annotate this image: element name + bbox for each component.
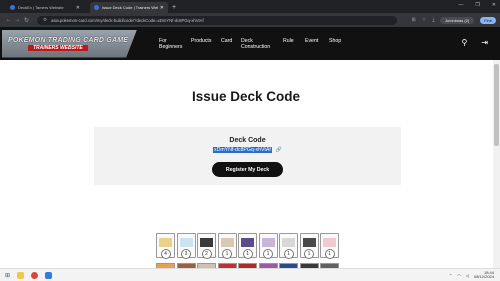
clock[interactable]: 18:44 08/12/2024 [474, 270, 494, 280]
page-title: Issue Deck Code [191, 89, 301, 104]
window-controls: — ❐ ✕ [458, 2, 496, 8]
deck-card-list: 432111111 [156, 233, 346, 273]
card-count-badge: 1 [304, 249, 314, 259]
card-art [261, 238, 275, 247]
chrome-icon[interactable] [31, 271, 39, 279]
register-my-deck-button[interactable]: Register My Deck [212, 162, 283, 177]
site-logo[interactable]: POKEMON TRADING CARD GAME TRAINERS WEBSI… [2, 29, 137, 58]
card-art [159, 238, 172, 247]
browser-tab-strip: DeckEx | Tamers Website ✕ Issue Deck Cod… [0, 0, 500, 13]
deck-code-row: xDmYNf-dc8PGq-xhVtAf 🔗 [94, 147, 401, 153]
card-count-badge: 1 [222, 249, 232, 259]
card-count-badge: 1 [263, 249, 273, 259]
site-info-icon[interactable]: ⚙ [43, 17, 47, 23]
site-header: POKEMON TRADING CARD GAME TRAINERS WEBSI… [0, 27, 500, 60]
card-art [241, 238, 254, 247]
browser-tab-1[interactable]: DeckEx | Tamers Website ✕ [6, 2, 84, 13]
link-icon[interactable]: 🔗 [276, 147, 282, 153]
page-scrollbar[interactable] [493, 60, 500, 268]
deck-code-value[interactable]: xDmYNf-dc8PGq-xhVtAf [212, 147, 272, 153]
reload-icon[interactable]: ↻ [22, 17, 31, 24]
nav-rule[interactable]: Rule [277, 38, 299, 50]
nav-card[interactable]: Card [215, 38, 235, 50]
back-icon[interactable]: ← [4, 17, 13, 23]
system-tray: ⌃ ◠ ◁ 18:44 08/12/2024 [449, 270, 494, 280]
card-count-badge: 1 [283, 249, 294, 259]
header-icons: ⚲ ⇥ [461, 38, 488, 47]
forward-icon[interactable]: → [13, 17, 22, 23]
url-text: asia.pokemon-card.com/my/deck-build/code… [51, 17, 204, 23]
card-art [179, 238, 193, 247]
pokeball-favicon-icon [94, 5, 99, 10]
nav-for-beginners[interactable]: For Beginners [153, 38, 185, 50]
card-art [323, 238, 336, 247]
close-tab-icon[interactable]: ✕ [160, 5, 164, 11]
search-icon[interactable]: ⚲ [461, 38, 467, 47]
new-tab-icon[interactable]: + [172, 4, 176, 11]
tab-label: DeckEx | Tamers Website [18, 5, 64, 10]
card-count-badge: 1 [242, 249, 253, 259]
browser-tab-2[interactable]: Issue Deck Code | Trainers Website ✕ [90, 2, 168, 13]
nav-shop[interactable]: Shop [323, 38, 347, 50]
bookmark-star-icon[interactable]: ☆ [422, 17, 426, 23]
close-window-icon[interactable]: ✕ [492, 2, 496, 8]
card-art [282, 238, 295, 247]
logo-subtitle: TRAINERS WEBSITE [28, 44, 88, 51]
deck-code-label: Deck Code [229, 137, 266, 144]
file-explorer-icon[interactable] [17, 271, 25, 279]
download-icon[interactable]: ⤓ [432, 17, 434, 23]
nav-products[interactable]: Products [185, 38, 215, 50]
main-nav: For Beginners Products Card Deck Constru… [153, 38, 347, 50]
minimize-icon[interactable]: — [458, 2, 463, 8]
browser-toolbar: ← → ↻ ⚙ asia.pokemon-card.com/my/deck-bu… [0, 13, 500, 27]
app-icon[interactable] [45, 271, 53, 279]
volume-icon[interactable]: ◁ [466, 273, 469, 278]
deck-code-panel: Deck Code xDmYNf-dc8PGq-xhVtAf 🔗 Registe… [94, 127, 401, 185]
card-count-badge: 3 [181, 249, 191, 259]
nav-event[interactable]: Event [299, 38, 323, 50]
card-art [302, 238, 316, 247]
finish-button[interactable]: Fine [480, 16, 496, 24]
nav-deck-construction[interactable]: Deck Construction [235, 38, 277, 50]
maximize-icon[interactable]: ❐ [475, 2, 479, 8]
card-count-badge: 2 [201, 249, 212, 259]
scrollbar-thumb[interactable] [494, 64, 499, 146]
logo-title: POKEMON TRADING CARD GAME [8, 36, 129, 44]
windows-start-icon[interactable]: ⊞ [5, 272, 10, 279]
card-count-badge: 4 [160, 249, 171, 259]
address-bar[interactable]: ⚙ asia.pokemon-card.com/my/deck-build/co… [37, 15, 397, 25]
card-count-badge: 1 [324, 249, 335, 259]
login-icon[interactable]: ⇥ [481, 38, 488, 47]
tab-label: Issue Deck Code | Trainers Website [102, 5, 158, 10]
translate-icon[interactable]: ⊞ [412, 17, 416, 23]
wifi-icon[interactable]: ◠ [457, 273, 461, 278]
toolbar-right: ⊞ ☆ ⤓ Anónimas (2) Fine [412, 16, 496, 24]
incognito-indicator[interactable]: Anónimas (2) [440, 16, 475, 24]
chevron-up-icon[interactable]: ⌃ [449, 273, 452, 278]
close-tab-icon[interactable]: ✕ [76, 5, 80, 11]
card-art [220, 238, 234, 247]
pokeball-favicon-icon [10, 5, 15, 10]
card-art [200, 238, 213, 247]
windows-taskbar: ⊞ ⌃ ◠ ◁ 18:44 08/12/2024 [0, 268, 500, 281]
